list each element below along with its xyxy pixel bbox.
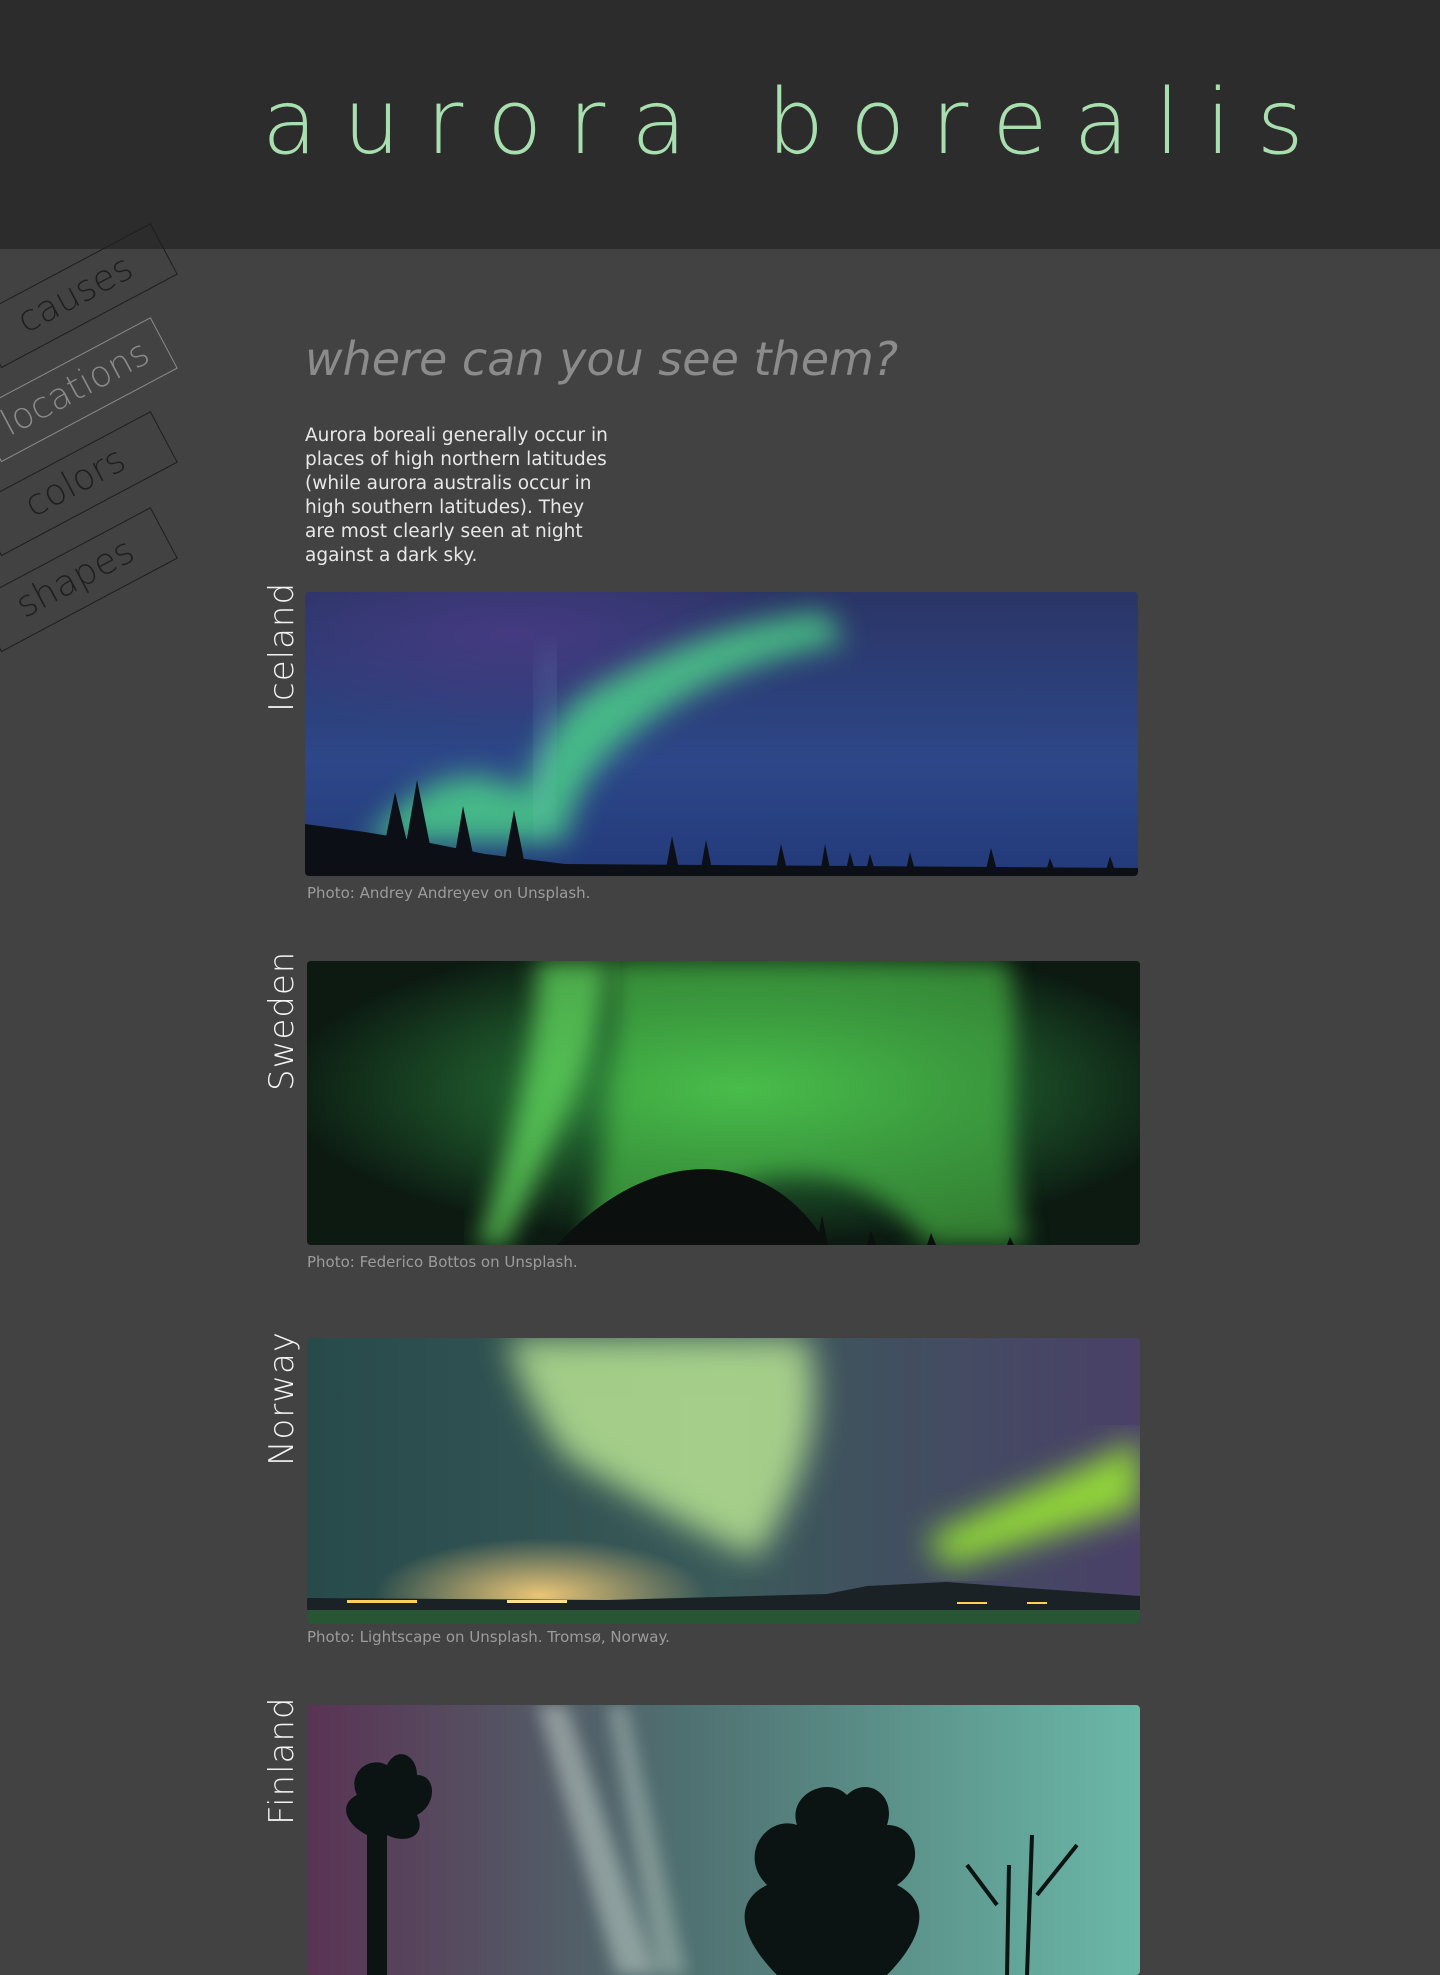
nav-tab-label: shapes [9,529,141,626]
side-nav: causes locations colors shapes [0,223,200,689]
nav-tab-label: causes [10,246,140,342]
photo-caption: Photo: Federico Bottos on Unsplash. [307,1253,578,1271]
location-norway: Norway Photo: Lightscape on Unsplash. Tr… [262,1331,1142,1658]
intro-paragraph: Aurora boreali generally occur in places… [305,425,608,566]
site-title: aurora borealis [262,70,1330,175]
section-heading: where can you see them? [305,332,899,386]
site-header: aurora borealis [0,0,1440,249]
photo-caption: Photo: Andrey Andreyev on Unsplash. [307,884,591,902]
aurora-iceland-image [305,592,1138,876]
nav-tab-label: colors [17,438,133,526]
aurora-sweden-image [307,961,1140,1245]
location-finland: Finland [262,1696,1142,1975]
photo-caption: Photo: Lightscape on Unsplash. Tromsø, N… [307,1628,670,1646]
aurora-norway-image [307,1338,1140,1624]
location-iceland: Iceland Photo: Andrey Andreyev on Unspla… [262,581,1142,912]
country-label: Norway [262,1331,302,1466]
country-label: Sweden [262,950,302,1091]
aurora-finland-image [307,1705,1140,1975]
country-label: Iceland [262,581,302,712]
location-sweden: Sweden Photo: Federico Bottos on Unsplas… [262,950,1142,1281]
country-label: Finland [262,1696,302,1826]
